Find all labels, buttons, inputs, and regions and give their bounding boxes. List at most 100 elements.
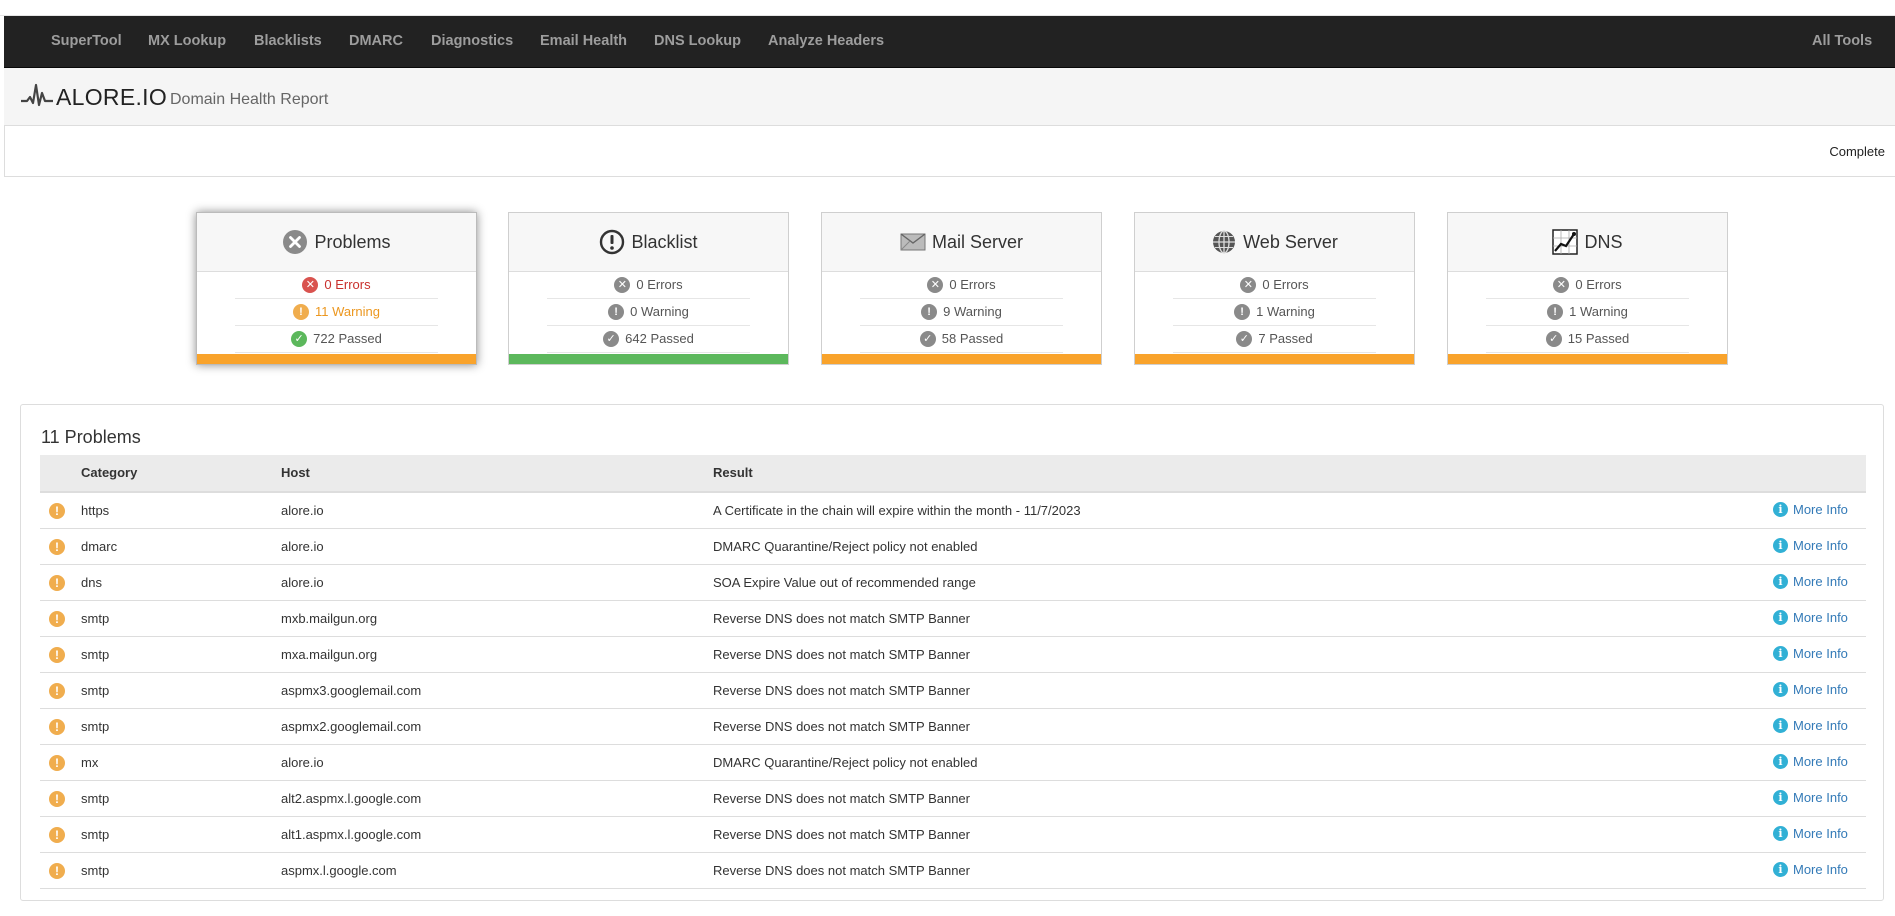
column-category[interactable]: Category: [81, 465, 137, 480]
row-host: alore.io: [281, 575, 324, 590]
more-info-link[interactable]: i More Info: [1773, 862, 1848, 877]
more-info-link[interactable]: i More Info: [1773, 574, 1848, 589]
more-info-link[interactable]: i More Info: [1773, 682, 1848, 697]
pulse-logo-icon: [21, 83, 53, 107]
nav-dns-lookup[interactable]: DNS Lookup: [654, 16, 741, 67]
more-info-link[interactable]: i More Info: [1773, 718, 1848, 733]
row-host: aspmx3.googlemail.com: [281, 683, 422, 698]
exclamation-icon: !: [921, 304, 938, 320]
more-info-link[interactable]: i More Info: [1773, 538, 1848, 553]
info-icon: i: [1773, 502, 1788, 517]
card-problems[interactable]: Problems ✕ 0 Errors ! 11 Warning ✓ 722 Pass…: [196, 212, 477, 365]
card-status-bar: [822, 354, 1101, 364]
nav-analyze-headers[interactable]: Analyze Headers: [768, 16, 884, 67]
info-icon: i: [1773, 646, 1788, 661]
problems-title: 11 Problems: [41, 427, 141, 447]
card-header: Problems: [197, 213, 476, 272]
warning-icon: !: [49, 611, 65, 627]
card-header: Web Server: [1135, 213, 1414, 272]
row-result: Reverse DNS does not match SMTP Banner: [713, 791, 970, 806]
table-body: ! https alore.io A Certificate in the chain…: [40, 493, 1866, 889]
problems-table: Category Host Result ! https alore.io A Cer…: [40, 455, 1866, 889]
warning-icon: !: [49, 719, 65, 735]
row-result: Reverse DNS does not match SMTP Banner: [713, 827, 970, 842]
status-text: Complete: [1829, 144, 1885, 159]
check-icon: ✓: [603, 331, 620, 347]
info-icon: i: [1773, 682, 1788, 697]
errors-count: 0 Errors: [949, 277, 996, 292]
row-host: mxa.mailgun.org: [281, 647, 378, 662]
exclamation-icon: !: [1234, 304, 1251, 320]
more-info-link[interactable]: i More Info: [1773, 790, 1848, 805]
card-warning-row: ! 0 Warning: [547, 299, 750, 326]
row-result: Reverse DNS does not match SMTP Banner: [713, 611, 970, 626]
row-host: aspmx.l.google.com: [281, 863, 397, 878]
card-status-bar: [509, 354, 788, 364]
info-icon: i: [1773, 826, 1788, 841]
row-category: smtp: [81, 683, 110, 698]
nav-mx-lookup[interactable]: MX Lookup: [148, 16, 226, 67]
row-host: alt1.aspmx.l.google.com: [281, 827, 422, 842]
card-warning-row: ! 1 Warning: [1173, 299, 1376, 326]
more-info-link[interactable]: i More Info: [1773, 646, 1848, 661]
row-result: SOA Expire Value out of recommended rang…: [713, 575, 976, 590]
table-row: ! smtp aspmx3.googlemail.com Reverse DNS do…: [40, 673, 1866, 709]
card-warning-row: ! 11 Warning: [235, 299, 438, 326]
more-info-link[interactable]: i More Info: [1773, 754, 1848, 769]
row-category: https: [81, 503, 110, 518]
nav-dmarc[interactable]: DMARC: [349, 16, 403, 67]
column-host[interactable]: Host: [281, 465, 310, 480]
info-icon: i: [1773, 574, 1788, 589]
table-row: ! dns alore.io SOA Expire Value out of reco…: [40, 565, 1866, 601]
info-icon: i: [1773, 718, 1788, 733]
envelope-icon: [900, 233, 926, 251]
nav-blacklists[interactable]: Blacklists: [254, 16, 322, 67]
errors-count: 0 Errors: [1575, 277, 1622, 292]
table-row: ! smtp mxa.mailgun.org Reverse DNS does not…: [40, 637, 1866, 673]
nav-all-tools[interactable]: All Tools: [1812, 16, 1872, 67]
info-icon: i: [1773, 754, 1788, 769]
more-info-link[interactable]: i More Info: [1773, 826, 1848, 841]
card-errors-row: ✕ 0 Errors: [1486, 272, 1689, 299]
exclamation-circle-icon: [600, 229, 625, 255]
more-info-label: More Info: [1793, 646, 1848, 661]
x-icon: ✕: [927, 277, 944, 293]
card-dns[interactable]: DNS ✕ 0 Errors ! 1 Warning ✓ 15 Passed: [1447, 212, 1728, 365]
errors-count: 0 Errors: [1262, 277, 1309, 292]
card-passed-row: ✓ 642 Passed: [547, 326, 750, 353]
more-info-link[interactable]: i More Info: [1773, 502, 1848, 517]
column-result[interactable]: Result: [713, 465, 753, 480]
x-icon: ✕: [302, 277, 319, 293]
more-info-label: More Info: [1793, 682, 1848, 697]
table-row: ! smtp mxb.mailgun.org Reverse DNS does not…: [40, 601, 1866, 637]
card-blacklist[interactable]: Blacklist ✕ 0 Errors ! 0 Warning ✓ 642 Pass…: [508, 212, 789, 365]
table-row: ! https alore.io A Certificate in the chain…: [40, 493, 1866, 529]
warning-count: 11 Warning: [314, 304, 381, 319]
card-web-server[interactable]: Web Server ✕ 0 Errors ! 1 Warning ✓ 7 Passe…: [1134, 212, 1415, 365]
table-row: ! smtp alt1.aspmx.l.google.com Reverse DNS …: [40, 817, 1866, 853]
row-result: A Certificate in the chain will expire w…: [713, 503, 1081, 518]
info-icon: i: [1773, 610, 1788, 625]
card-title: Problems: [314, 231, 391, 252]
warning-icon: !: [49, 791, 65, 807]
row-result: DMARC Quarantine/Reject policy not enabl…: [713, 539, 978, 554]
brand-name[interactable]: ALORE.IO: [56, 84, 167, 111]
more-info-label: More Info: [1793, 574, 1848, 589]
row-result: Reverse DNS does not match SMTP Banner: [713, 683, 970, 698]
nav-email-health[interactable]: Email Health: [540, 16, 627, 67]
warning-icon: !: [49, 647, 65, 663]
card-passed-row: ✓ 58 Passed: [860, 326, 1063, 353]
card-mail-server[interactable]: Mail Server ✕ 0 Errors ! 9 Warning ✓ 58 Pas…: [821, 212, 1102, 365]
row-category: smtp: [81, 791, 110, 806]
browser-top-strip: [0, 0, 1895, 16]
row-category: mx: [81, 755, 99, 770]
nav-diagnostics[interactable]: Diagnostics: [431, 16, 513, 67]
more-info-label: More Info: [1793, 790, 1848, 805]
top-navbar: SuperTool MX Lookup Blacklists DMARC Dia…: [4, 16, 1895, 68]
table-header: Category Host Result: [40, 455, 1866, 493]
x-icon: ✕: [1240, 277, 1257, 293]
more-info-label: More Info: [1793, 826, 1848, 841]
more-info-link[interactable]: i More Info: [1773, 610, 1848, 625]
nav-supertool[interactable]: SuperTool: [51, 16, 122, 67]
warning-icon: !: [49, 683, 65, 699]
